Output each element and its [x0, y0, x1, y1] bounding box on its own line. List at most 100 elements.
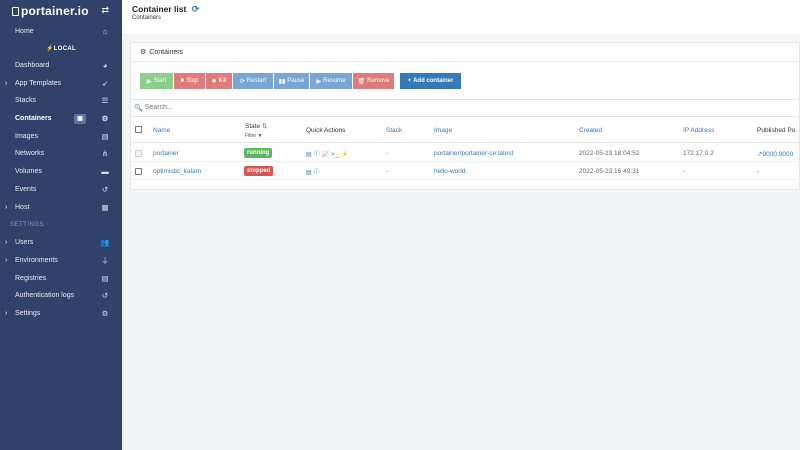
refresh-icon[interactable]: ⟳ — [192, 4, 200, 14]
container-actions: ▶ Start ■ Stop ✸ Kill ⟳ Restart ▮▮ Pause ▶ Res… — [140, 73, 462, 89]
table-header: Name State ⇅ Filter ▼ Quick Actions Stac… — [131, 116, 800, 143]
sidebar-item-home[interactable]: Home ⌂ — [0, 23, 122, 41]
play-icon: ▶ — [146, 78, 152, 85]
sidebar-item-environments[interactable]: › Environments ⏚ — [0, 252, 122, 270]
column-published-ports[interactable]: Published Po — [757, 127, 795, 134]
containers-widget: ⚙ Containers ▶ Start ■ Stop ✸ Kill ⟳ Restart… — [130, 42, 800, 190]
home-icon: ⌂ — [102, 27, 108, 37]
sidebar-item-label: Settings — [15, 309, 41, 317]
quick-actions: ▤ⓘ — [306, 167, 322, 176]
image-link[interactable]: portainer/portainer-ce:latest — [434, 150, 514, 157]
ip-address-value: - — [683, 168, 686, 175]
dashboard-icon: ◕ — [102, 61, 108, 71]
chevron-right-icon: › — [5, 256, 8, 264]
page-header: Container list ⟳ Containers — [122, 0, 800, 34]
sidebar-item-host[interactable]: › Host ▦ — [0, 198, 122, 216]
sidebar-item-images[interactable]: Images ▤ — [0, 127, 122, 145]
sidebar-item-label: Registries — [15, 274, 47, 282]
pause-label: Pause — [287, 78, 305, 84]
add-container-button[interactable]: + Add container — [400, 73, 461, 89]
environment-name: LOCAL — [53, 45, 76, 52]
restart-button[interactable]: ⟳ Restart — [233, 73, 273, 89]
status-badge: stopped — [244, 166, 274, 176]
search-bar: 🔍 — [131, 99, 800, 115]
images-icon: ▤ — [101, 131, 109, 141]
toggle-sidebar-icon[interactable]: ⇄ — [101, 5, 109, 16]
info-icon[interactable]: ⓘ — [314, 170, 321, 176]
console-icon[interactable]: >_ — [331, 152, 340, 158]
search-input[interactable] — [144, 104, 345, 111]
created-value: 2022-05-23 16:49:31 — [579, 168, 640, 175]
start-button[interactable]: ▶ Start — [140, 73, 173, 89]
column-quick-actions: Quick Actions — [306, 127, 346, 134]
stats-icon[interactable]: 📈 — [322, 152, 330, 158]
chevron-right-icon: › — [5, 79, 8, 87]
container-name-link[interactable]: portainer — [153, 150, 179, 157]
brand-name: portainer.io — [21, 4, 89, 18]
brand: portainer.io ⇄ — [0, 0, 122, 22]
sidebar-item-volumes[interactable]: Volumes ▬ — [0, 163, 122, 181]
sidebar-item-networks[interactable]: Networks ⋔ — [0, 145, 122, 163]
database-icon: ▤ — [101, 273, 109, 283]
settings-section-label: SETTINGS — [10, 221, 45, 228]
sidebar-footer — [0, 442, 122, 450]
container-name-link[interactable]: optimistic_kalam — [153, 168, 201, 175]
logs-icon[interactable]: ▤ — [306, 170, 313, 176]
users-icon: 👥 — [100, 238, 110, 248]
column-ip-address[interactable]: IP Address — [683, 127, 714, 134]
table-row: optimistic_kalam stopped ▤ⓘ - hello-worl… — [131, 163, 800, 180]
start-label: Start — [153, 78, 167, 84]
sidebar-item-registries[interactable]: Registries ▤ — [0, 269, 122, 287]
sidebar-item-settings[interactable]: › Settings ⚙ — [0, 305, 122, 323]
select-all-checkbox[interactable] — [135, 126, 142, 133]
column-stack[interactable]: Stack — [386, 127, 402, 134]
page-title-text: Container list — [132, 4, 187, 14]
containers-active-badge: ▣ — [74, 113, 86, 124]
plug-icon: ⚡ — [46, 45, 54, 52]
column-state[interactable]: State ⇅ — [245, 122, 267, 130]
sidebar-item-authentication-logs[interactable]: Authentication logs ↺ — [0, 287, 122, 305]
sidebar-item-events[interactable]: Events ↺ — [0, 181, 122, 199]
sidebar-item-label: Images — [15, 132, 38, 140]
logo-icon — [12, 6, 19, 16]
state-filter[interactable]: Filter ▼ — [245, 133, 262, 139]
column-image[interactable]: Image — [434, 127, 452, 134]
remove-button[interactable]: 🗑 Remove — [353, 73, 394, 89]
containers-icon: ⚙ — [140, 49, 147, 56]
row-checkbox[interactable] — [135, 168, 142, 175]
attach-icon[interactable]: ⚡ — [341, 152, 349, 158]
filter-label: Filter — [245, 133, 257, 139]
info-icon[interactable]: ⓘ — [314, 152, 321, 158]
trash-icon: 🗑 — [357, 78, 366, 85]
sort-icon: ⇅ — [262, 123, 268, 130]
column-state-label: State — [245, 123, 261, 130]
bomb-icon: ✸ — [211, 78, 217, 85]
image-link[interactable]: hello-world — [434, 168, 465, 175]
sidebar: portainer.io ⇄ Home ⌂ ⚡LOCAL Dashboard ◕… — [0, 0, 122, 450]
sidebar-item-containers[interactable]: Containers ▣ ⚙ — [0, 110, 122, 128]
portainer-logo[interactable]: portainer.io — [12, 4, 89, 18]
cogs-icon: ⚙ — [101, 308, 109, 318]
pause-button[interactable]: ▮▮ Pause — [274, 73, 309, 89]
stop-button[interactable]: ■ Stop — [174, 73, 205, 89]
stack-value: - — [386, 150, 389, 157]
created-value: 2022-05-23 18:04:52 — [579, 150, 640, 157]
published-port-value: 9000:9000 — [762, 151, 794, 158]
published-port-link[interactable]: ↗9000:9000 — [757, 150, 793, 158]
column-created[interactable]: Created — [579, 127, 602, 134]
sidebar-item-users[interactable]: › Users 👥 — [0, 234, 122, 252]
rocket-icon: ➶ — [101, 78, 109, 88]
volumes-icon: ▬ — [101, 167, 109, 177]
widget-title: Containers — [149, 48, 184, 56]
sidebar-item-app-templates[interactable]: › App Templates ➶ — [0, 74, 122, 92]
kill-label: Kill — [218, 78, 227, 84]
resume-button[interactable]: ▶ Resume — [310, 73, 352, 89]
sidebar-item-dashboard[interactable]: Dashboard ◕ — [0, 57, 122, 75]
breadcrumb: Containers — [132, 15, 162, 21]
kill-button[interactable]: ✸ Kill — [206, 73, 232, 89]
logs-icon[interactable]: ▤ — [306, 152, 313, 158]
column-name[interactable]: Name — [153, 127, 170, 134]
sidebar-item-stacks[interactable]: Stacks ☰ — [0, 92, 122, 110]
search-icon: 🔍 — [134, 104, 143, 112]
filter-icon: ▼ — [257, 133, 263, 139]
